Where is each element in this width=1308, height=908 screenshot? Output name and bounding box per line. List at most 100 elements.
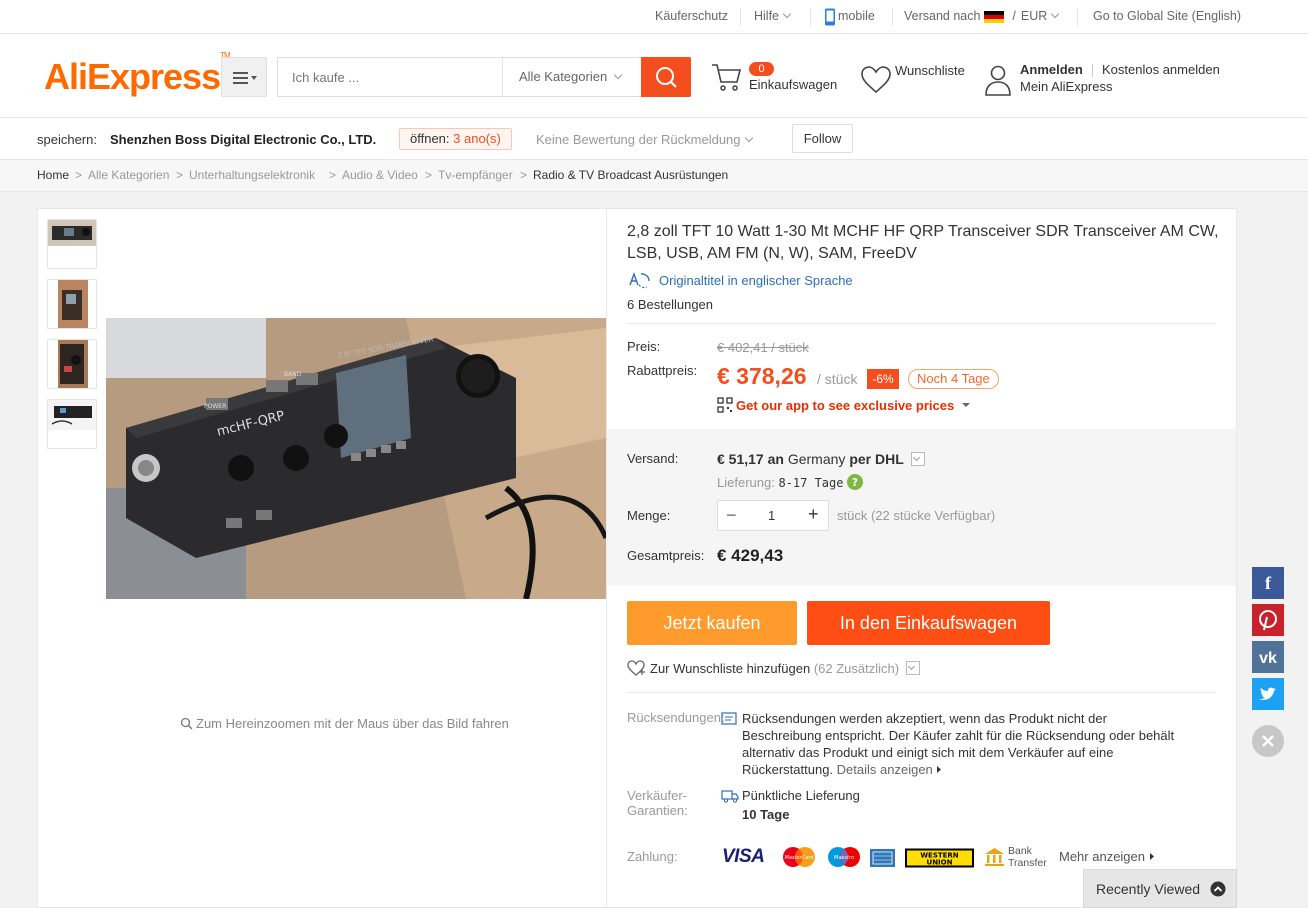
shipping-label: Versand: <box>627 451 679 466</box>
caret-right-icon <box>1149 853 1154 860</box>
breadcrumb-current: Radio & TV Broadcast Ausrüstungen <box>533 168 729 182</box>
cart-icon <box>712 64 742 91</box>
translate-icon <box>629 271 650 289</box>
pinterest-share-button[interactable] <box>1252 604 1284 636</box>
close-share-button[interactable] <box>1252 725 1284 757</box>
cart-link[interactable]: 0 Einkaufswagen <box>710 60 840 100</box>
quantity-increase-button[interactable]: + <box>808 505 819 523</box>
magnifier-icon <box>180 717 193 730</box>
thumbnail-4[interactable] <box>47 399 97 449</box>
price-unit: / stück <box>817 371 858 387</box>
main-product-image[interactable]: mcHF-QRP 2.8" TFT SDR TRANSCEIVER POWER … <box>106 318 606 599</box>
help-icon[interactable]: ? <box>847 474 864 490</box>
discount-price-label: Rabattpreis: <box>627 363 698 378</box>
caret-right-icon <box>937 766 942 773</box>
price-label: Preis: <box>627 339 661 354</box>
my-aliexpress-link[interactable]: Mein AliExpress <box>1020 79 1112 94</box>
follow-button[interactable]: Follow <box>792 124 853 153</box>
shipping-dropdown[interactable] <box>910 452 925 466</box>
header: AliExpressTM Alle Kategorien 0 Einkaufsw… <box>0 34 1308 118</box>
shipping-info[interactable]: € 51,17 an Germany per DHL <box>717 451 925 467</box>
aliexpress-logo[interactable]: AliExpressTM <box>44 51 231 98</box>
search-input[interactable] <box>278 58 502 96</box>
category-menu-button[interactable] <box>221 57 267 97</box>
amex-logo <box>870 849 895 867</box>
pinterest-icon <box>1259 610 1277 631</box>
search-bar: Alle Kategorien <box>277 57 691 97</box>
ship-to-selector[interactable]: Versand nach / EUR <box>904 0 1060 33</box>
original-title-link[interactable]: Originaltitel in englischer Sprache <box>627 271 853 289</box>
wishlist-label: Wunschliste <box>895 63 965 78</box>
breadcrumb-home[interactable]: Home <box>37 160 69 191</box>
delivery-info: Lieferung: 8-17 Tage ? <box>717 474 864 490</box>
returns-label: Rücksendungen: <box>627 710 725 725</box>
app-promo-link[interactable]: Get our app to see exclusive prices <box>717 397 971 413</box>
twitter-icon <box>1259 687 1276 700</box>
help-menu[interactable]: Hilfe <box>754 0 792 33</box>
details-link[interactable]: Details anzeigen <box>837 762 943 777</box>
germany-flag-icon <box>983 10 1004 23</box>
bank-transfer-logo: Bank Transfer <box>984 845 1054 869</box>
store-bar: speichern: Shenzhen Boss Digital Electro… <box>0 118 1308 160</box>
breadcrumb-audio-video[interactable]: Audio & Video <box>342 160 418 191</box>
sign-in-link[interactable]: Anmelden <box>1020 62 1083 77</box>
on-time-delivery: Pünktliche Lieferung <box>742 788 860 803</box>
orders-count: 6 Bestellungen <box>627 297 714 312</box>
zoom-hint: Zum Hereinzoomen mit der Maus über das B… <box>180 716 509 731</box>
add-to-cart-button[interactable]: In den Einkaufswagen <box>807 601 1050 645</box>
mobile-link[interactable]: mobile <box>824 0 875 33</box>
stock-info: stück (22 stücke Verfügbar) <box>837 508 996 523</box>
product-title: 2,8 zoll TFT 10 Watt 1-30 Mt MCHF HF QRP… <box>627 223 1219 262</box>
wishlist-link[interactable]: Wunschliste <box>860 62 970 98</box>
quantity-decrease-button[interactable]: − <box>726 506 737 524</box>
cart-label: Einkaufswagen <box>749 77 838 92</box>
visa-logo: VISA <box>722 846 765 867</box>
facebook-share-button[interactable]: f <box>1252 567 1284 599</box>
buyer-protection-link[interactable]: Käuferschutz <box>655 0 728 33</box>
cart-count-badge: 0 <box>749 62 774 76</box>
breadcrumb: Home > Alle Kategorien > Unterhaltungsel… <box>0 160 1308 192</box>
payment-label: Zahlung: <box>627 849 678 864</box>
breadcrumb-tv-receivers[interactable]: Tv-empfänger <box>438 160 513 191</box>
thumbnail-2[interactable] <box>47 279 97 329</box>
thumbnail-1[interactable] <box>47 219 97 269</box>
register-link[interactable]: Kostenlos anmelden <box>1102 62 1220 77</box>
store-feedback-dropdown[interactable]: Keine Bewertung der Rückmeldung <box>536 132 753 147</box>
chevron-up-icon <box>1210 881 1226 897</box>
thumbnail-3[interactable] <box>47 339 97 389</box>
discount-badge: -6% <box>867 369 899 389</box>
total-price: € 429,43 <box>717 546 784 565</box>
returns-icon <box>721 712 737 725</box>
search-category-select[interactable]: Alle Kategorien <box>502 58 642 96</box>
svg-text:?: ? <box>852 476 858 489</box>
quantity-stepper: − 1 + <box>717 500 829 531</box>
store-name-link[interactable]: Shenzhen Boss Digital Electronic Co., LT… <box>110 132 376 147</box>
total-price-label: Gesamtpreis: <box>627 548 705 563</box>
vk-share-button[interactable]: vk <box>1252 641 1284 673</box>
store-open-badge: öffnen: 3 ano(s) <box>399 128 512 150</box>
breadcrumb-all-categories[interactable]: Alle Kategorien <box>88 160 169 191</box>
search-button[interactable] <box>641 57 691 97</box>
sale-price: € 378,26 <box>717 363 807 389</box>
vk-icon: vk <box>1259 650 1277 667</box>
more-payments-link[interactable]: Mehr anzeigen <box>1059 849 1155 864</box>
recently-viewed-tab[interactable]: Recently Viewed <box>1083 869 1237 908</box>
close-icon <box>1262 735 1274 747</box>
old-price: € 402,41 / stück <box>717 340 809 355</box>
maestro-logo: Maestro <box>828 847 860 867</box>
buy-now-button[interactable]: Jetzt kaufen <box>627 601 797 645</box>
guarantee-label: Verkäufer- Garantien: <box>627 788 688 818</box>
wishlist-dropdown[interactable] <box>905 661 920 675</box>
quantity-input[interactable]: 1 <box>768 508 775 523</box>
bank-icon <box>985 848 1004 866</box>
device-power-label: POWER <box>204 403 226 410</box>
device-band-label: BAND <box>284 371 302 378</box>
store-save-label: speichern: <box>37 132 97 147</box>
heart-plus-icon <box>627 660 645 676</box>
breadcrumb-consumer-electronics[interactable]: Unterhaltungselektronik <box>189 160 315 191</box>
qr-code-icon <box>717 397 733 413</box>
global-site-link[interactable]: Go to Global Site (English) <box>1093 0 1241 33</box>
add-to-wishlist-link[interactable]: Zur Wunschliste hinzufügen (62 Zusätzlic… <box>627 660 920 676</box>
twitter-share-button[interactable] <box>1252 678 1284 710</box>
user-icon <box>985 65 1011 96</box>
